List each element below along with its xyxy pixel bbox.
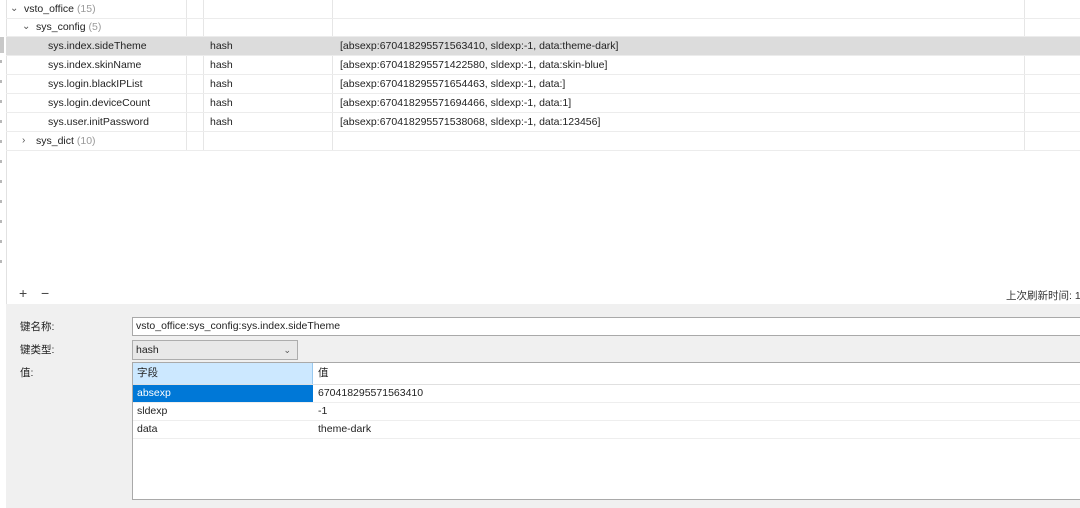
grid-field-cell[interactable]: data (133, 421, 313, 438)
row-type: hash (210, 40, 233, 52)
grid-header: 字段 值 (133, 363, 1080, 385)
row-key: sys.index.skinName (48, 59, 142, 71)
key-name-label: 键名称: (20, 321, 55, 333)
row-type: hash (210, 59, 233, 71)
edge-dot (0, 260, 2, 263)
key-name-field[interactable]: vsto_office:sys_config:sys.index.sideThe… (132, 317, 1080, 336)
tree-node-count: (15) (76, 3, 96, 15)
add-key-button[interactable]: + (19, 285, 27, 301)
grid-field-cell[interactable]: absexp (133, 385, 313, 402)
edge-dot (0, 80, 2, 83)
grid-value-cell[interactable]: 670418295571563410 (314, 385, 423, 402)
chevron-right-icon[interactable]: › (22, 132, 25, 150)
table-row[interactable]: sys.login.deviceCount hash [absexp:67041… (6, 94, 1080, 113)
edge-dot (0, 240, 2, 243)
edge-dot (0, 60, 2, 63)
tree-node-count: (10) (76, 135, 96, 147)
edge-dot (0, 200, 2, 203)
last-refresh-text: 上次刷新时间: 1r (1006, 290, 1080, 302)
tree-node-sys-dict[interactable]: › sys_dict (10) (6, 132, 1080, 151)
grid-header-field[interactable]: 字段 (133, 363, 313, 384)
edge-dot (0, 100, 2, 103)
edge-dot (0, 160, 2, 163)
edge-dot (0, 180, 2, 183)
edge-dot (0, 120, 2, 123)
grid-value-cell[interactable]: -1 (314, 403, 327, 420)
tree-node-count: (5) (88, 21, 102, 33)
key-type-label: 键类型: (20, 344, 55, 356)
row-value: [absexp:670418295571422580, sldexp:-1, d… (340, 59, 608, 71)
grid-row[interactable]: data theme-dark (133, 421, 1080, 439)
chevron-down-icon[interactable]: ⌄ (22, 18, 30, 36)
row-value: [absexp:670418295571538068, sldexp:-1, d… (340, 116, 601, 128)
remove-key-button[interactable]: − (41, 285, 49, 301)
key-tree-table: ⌄ vsto_office (15) ⌄ sys_config (5) sys.… (6, 0, 1080, 282)
row-type: hash (210, 97, 233, 109)
grid-row[interactable]: sldexp -1 (133, 403, 1080, 421)
edge-dot (0, 220, 2, 223)
chevron-down-icon: ⌄ (283, 345, 291, 355)
row-key: sys.index.sideTheme (48, 40, 147, 52)
chevron-down-icon[interactable]: ⌄ (10, 0, 18, 18)
tree-node-sys-config[interactable]: ⌄ sys_config (5) (6, 18, 1080, 37)
row-value: [absexp:670418295571563410, sldexp:-1, d… (340, 40, 619, 52)
table-row[interactable]: sys.index.skinName hash [absexp:67041829… (6, 56, 1080, 75)
key-type-select[interactable]: hash ⌄ (132, 340, 298, 360)
row-key: sys.login.deviceCount (48, 97, 151, 109)
table-row[interactable]: sys.index.sideTheme hash [absexp:6704182… (6, 37, 1080, 56)
row-type: hash (210, 116, 233, 128)
table-row[interactable]: sys.user.initPassword hash [absexp:67041… (6, 113, 1080, 132)
tree-node-label: sys_config (36, 21, 86, 33)
table-row[interactable]: sys.login.blackIPList hash [absexp:67041… (6, 75, 1080, 94)
row-key: sys.login.blackIPList (48, 78, 143, 90)
value-label: 值: (20, 367, 34, 379)
tree-node-root[interactable]: ⌄ vsto_office (15) (6, 0, 1080, 19)
grid-header-value[interactable]: 值 (314, 363, 1080, 384)
key-detail-panel: 键名称: vsto_office:sys_config:sys.index.si… (6, 304, 1080, 508)
selection-marker (0, 37, 4, 53)
row-value: [absexp:670418295571654463, sldexp:-1, d… (340, 78, 566, 90)
grid-row[interactable]: absexp 670418295571563410 (133, 385, 1080, 403)
row-value: [absexp:670418295571694466, sldexp:-1, d… (340, 97, 572, 109)
tree-node-label: sys_dict (36, 135, 74, 147)
tree-node-label: vsto_office (24, 3, 75, 15)
row-key: sys.user.initPassword (48, 116, 149, 128)
edge-dot (0, 140, 2, 143)
key-type-value: hash (136, 344, 159, 356)
row-type: hash (210, 78, 233, 90)
grid-field-cell[interactable]: sldexp (133, 403, 313, 420)
hash-fields-grid: 字段 值 absexp 670418295571563410 sldexp -1… (132, 362, 1080, 500)
grid-value-cell[interactable]: theme-dark (314, 421, 371, 438)
